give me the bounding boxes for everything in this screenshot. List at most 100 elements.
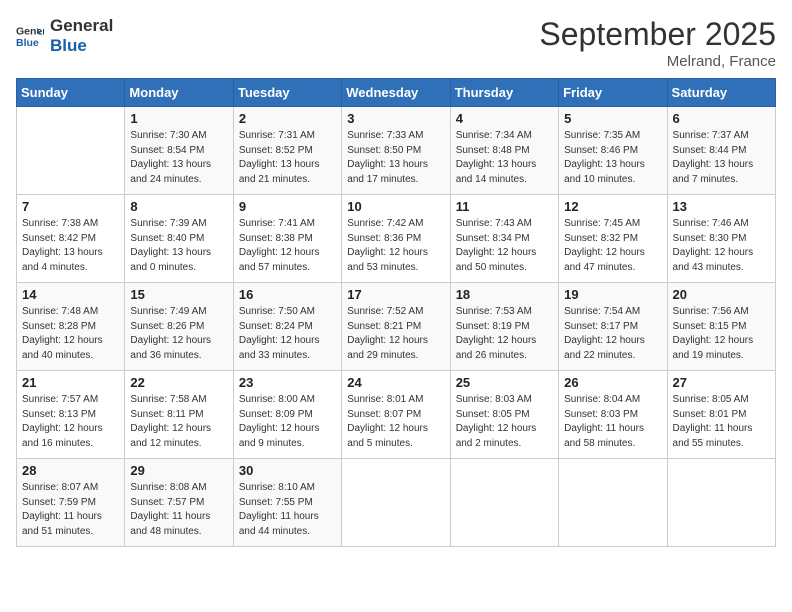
day-info: Sunrise: 7:41 AMSunset: 8:38 PMDaylight:… xyxy=(239,217,336,275)
calendar-cell: 17 Sunrise: 7:52 AMSunset: 8:21 PMDayligh… xyxy=(342,283,450,371)
calendar-cell: 22 Sunrise: 7:58 AMSunset: 8:11 PMDayligh… xyxy=(125,371,233,459)
calendar-cell: 9Sunrise: 7:41 AMSunset: 8:38 PMDaylight… xyxy=(233,195,341,283)
calendar-cell: 6 Sunrise: 7:37 AMSunset: 8:44 PMDaylight… xyxy=(667,107,775,195)
day-info: Sunrise: 7:54 AMSunset: 8:17 PMDaylight:… xyxy=(564,305,661,363)
calendar-cell: 24 Sunrise: 8:01 AMSunset: 8:07 PMDayligh… xyxy=(342,371,450,459)
calendar-cell: 4 Sunrise: 7:34 AMSunset: 8:48 PMDaylight… xyxy=(450,107,558,195)
calendar-cell: 8Sunrise: 7:39 AMSunset: 8:40 PMDaylight… xyxy=(125,195,233,283)
day-info: Sunrise: 7:34 AMSunset: 8:48 PMDaylight:… xyxy=(456,129,553,187)
weekday-header-saturday: Saturday xyxy=(667,79,775,107)
calendar-cell: 15 Sunrise: 7:49 AMSunset: 8:26 PMDayligh… xyxy=(125,283,233,371)
day-info: Sunrise: 7:53 AMSunset: 8:19 PMDaylight:… xyxy=(456,305,553,363)
day-number: 17 xyxy=(347,287,444,302)
day-info: Sunrise: 7:43 AMSunset: 8:34 PMDaylight:… xyxy=(456,217,553,275)
calendar-cell: 1Sunrise: 7:30 AMSunset: 8:54 PMDaylight… xyxy=(125,107,233,195)
calendar-cell xyxy=(17,107,125,195)
day-info: Sunrise: 8:03 AMSunset: 8:05 PMDaylight:… xyxy=(456,393,553,451)
day-number: 14 xyxy=(22,287,119,302)
day-info: Sunrise: 7:56 AMSunset: 8:15 PMDaylight:… xyxy=(673,305,770,363)
day-info: Sunrise: 7:35 AMSunset: 8:46 PMDaylight:… xyxy=(564,129,661,187)
day-info: Sunrise: 8:01 AMSunset: 8:07 PMDaylight:… xyxy=(347,393,444,451)
week-row-3: 14 Sunrise: 7:48 AMSunset: 8:28 PMDayligh… xyxy=(17,283,776,371)
day-number: 7 xyxy=(22,199,119,214)
location: Melrand, France xyxy=(539,53,776,70)
day-number: 11 xyxy=(456,199,553,214)
day-info: Sunrise: 8:10 AMSunset: 7:55 PMDaylight:… xyxy=(239,481,336,539)
day-info: Sunrise: 7:58 AMSunset: 8:11 PMDaylight:… xyxy=(130,393,227,451)
day-number: 28 xyxy=(22,463,119,478)
day-number: 13 xyxy=(673,199,770,214)
weekday-header-tuesday: Tuesday xyxy=(233,79,341,107)
day-info: Sunrise: 8:00 AMSunset: 8:09 PMDaylight:… xyxy=(239,393,336,451)
day-number: 23 xyxy=(239,375,336,390)
calendar-cell: 27Sunrise: 8:05 AMSunset: 8:01 PMDayligh… xyxy=(667,371,775,459)
day-number: 12 xyxy=(564,199,661,214)
day-info: Sunrise: 8:07 AMSunset: 7:59 PMDaylight:… xyxy=(22,481,119,539)
day-info: Sunrise: 7:49 AMSunset: 8:26 PMDaylight:… xyxy=(130,305,227,363)
day-number: 16 xyxy=(239,287,336,302)
logo-line1: General xyxy=(50,16,113,36)
day-info: Sunrise: 7:48 AMSunset: 8:28 PMDaylight:… xyxy=(22,305,119,363)
calendar-cell: 23 Sunrise: 8:00 AMSunset: 8:09 PMDayligh… xyxy=(233,371,341,459)
calendar-cell: 29Sunrise: 8:08 AMSunset: 7:57 PMDayligh… xyxy=(125,459,233,547)
calendar-cell: 28 Sunrise: 8:07 AMSunset: 7:59 PMDayligh… xyxy=(17,459,125,547)
weekday-header-sunday: Sunday xyxy=(17,79,125,107)
weekday-header-monday: Monday xyxy=(125,79,233,107)
day-info: Sunrise: 7:42 AMSunset: 8:36 PMDaylight:… xyxy=(347,217,444,275)
calendar-cell: 18 Sunrise: 7:53 AMSunset: 8:19 PMDayligh… xyxy=(450,283,558,371)
svg-text:Blue: Blue xyxy=(16,36,39,48)
calendar-cell: 25 Sunrise: 8:03 AMSunset: 8:05 PMDayligh… xyxy=(450,371,558,459)
weekday-header-thursday: Thursday xyxy=(450,79,558,107)
week-row-2: 7Sunrise: 7:38 AMSunset: 8:42 PMDaylight… xyxy=(17,195,776,283)
day-number: 24 xyxy=(347,375,444,390)
day-info: Sunrise: 7:45 AMSunset: 8:32 PMDaylight:… xyxy=(564,217,661,275)
title-block: September 2025 Melrand, France xyxy=(539,16,776,70)
calendar-cell: 30Sunrise: 8:10 AMSunset: 7:55 PMDayligh… xyxy=(233,459,341,547)
calendar-cell: 12 Sunrise: 7:45 AMSunset: 8:32 PMDayligh… xyxy=(559,195,667,283)
day-number: 4 xyxy=(456,111,553,126)
calendar-cell: 7Sunrise: 7:38 AMSunset: 8:42 PMDaylight… xyxy=(17,195,125,283)
day-info: Sunrise: 7:33 AMSunset: 8:50 PMDaylight:… xyxy=(347,129,444,187)
day-number: 26 xyxy=(564,375,661,390)
weekday-header-row: SundayMondayTuesdayWednesdayThursdayFrid… xyxy=(17,79,776,107)
day-number: 3 xyxy=(347,111,444,126)
page-header: General Blue General Blue September 2025… xyxy=(16,16,776,70)
day-number: 10 xyxy=(347,199,444,214)
calendar-cell: 2 Sunrise: 7:31 AMSunset: 8:52 PMDaylight… xyxy=(233,107,341,195)
day-info: Sunrise: 7:50 AMSunset: 8:24 PMDaylight:… xyxy=(239,305,336,363)
calendar-cell: 3 Sunrise: 7:33 AMSunset: 8:50 PMDaylight… xyxy=(342,107,450,195)
day-number: 25 xyxy=(456,375,553,390)
day-number: 19 xyxy=(564,287,661,302)
day-number: 2 xyxy=(239,111,336,126)
calendar-cell: 5 Sunrise: 7:35 AMSunset: 8:46 PMDaylight… xyxy=(559,107,667,195)
logo: General Blue General Blue xyxy=(16,16,113,55)
day-number: 6 xyxy=(673,111,770,126)
week-row-5: 28 Sunrise: 8:07 AMSunset: 7:59 PMDayligh… xyxy=(17,459,776,547)
week-row-1: 1Sunrise: 7:30 AMSunset: 8:54 PMDaylight… xyxy=(17,107,776,195)
month-title: September 2025 xyxy=(539,16,776,53)
day-info: Sunrise: 7:52 AMSunset: 8:21 PMDaylight:… xyxy=(347,305,444,363)
day-info: Sunrise: 7:31 AMSunset: 8:52 PMDaylight:… xyxy=(239,129,336,187)
day-number: 18 xyxy=(456,287,553,302)
day-info: Sunrise: 7:46 AMSunset: 8:30 PMDaylight:… xyxy=(673,217,770,275)
weekday-header-wednesday: Wednesday xyxy=(342,79,450,107)
calendar-cell: 13 Sunrise: 7:46 AMSunset: 8:30 PMDayligh… xyxy=(667,195,775,283)
day-number: 27 xyxy=(673,375,770,390)
calendar-cell: 20 Sunrise: 7:56 AMSunset: 8:15 PMDayligh… xyxy=(667,283,775,371)
calendar-cell: 16 Sunrise: 7:50 AMSunset: 8:24 PMDayligh… xyxy=(233,283,341,371)
calendar-cell xyxy=(559,459,667,547)
calendar-table: SundayMondayTuesdayWednesdayThursdayFrid… xyxy=(16,78,776,547)
week-row-4: 21 Sunrise: 7:57 AMSunset: 8:13 PMDayligh… xyxy=(17,371,776,459)
day-number: 22 xyxy=(130,375,227,390)
calendar-cell: 19 Sunrise: 7:54 AMSunset: 8:17 PMDayligh… xyxy=(559,283,667,371)
day-info: Sunrise: 7:57 AMSunset: 8:13 PMDaylight:… xyxy=(22,393,119,451)
day-number: 15 xyxy=(130,287,227,302)
day-info: Sunrise: 7:37 AMSunset: 8:44 PMDaylight:… xyxy=(673,129,770,187)
day-number: 21 xyxy=(22,375,119,390)
calendar-cell: 10 Sunrise: 7:42 AMSunset: 8:36 PMDayligh… xyxy=(342,195,450,283)
day-info: Sunrise: 7:30 AMSunset: 8:54 PMDaylight:… xyxy=(130,129,227,187)
day-info: Sunrise: 7:39 AMSunset: 8:40 PMDaylight:… xyxy=(130,217,227,275)
day-number: 5 xyxy=(564,111,661,126)
day-number: 20 xyxy=(673,287,770,302)
calendar-cell xyxy=(342,459,450,547)
